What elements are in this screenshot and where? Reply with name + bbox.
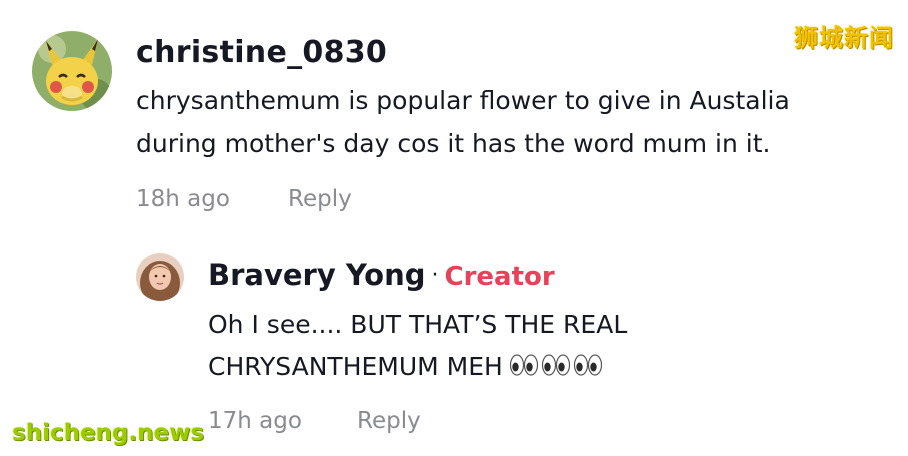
creator-badge: Creator: [444, 262, 555, 292]
reply-timestamp: 17h ago: [208, 408, 302, 434]
eyes-emoji-pair: [573, 354, 602, 376]
user-photo-avatar-icon: [136, 253, 184, 301]
commenter-username[interactable]: christine_0830: [136, 35, 387, 70]
eyes-emoji-icon: [509, 353, 605, 383]
reply-reply-button[interactable]: Reply: [357, 408, 421, 434]
comment-text-line-2: during mother's day cos it has the word …: [136, 129, 771, 158]
reply-header: Bravery Yong · Creator: [208, 258, 555, 292]
creator-username[interactable]: Bravery Yong: [208, 258, 426, 292]
reply-text-line-2: CHRYSANTHEMUM MEH: [208, 352, 605, 383]
comment-text-line-1: chrysanthemum is popular flower to give …: [136, 86, 790, 115]
comment-timestamp: 18h ago: [136, 186, 230, 212]
reply-text-line-1: Oh I see.... BUT THAT’S THE REAL: [208, 310, 628, 339]
header-separator: ·: [431, 263, 439, 288]
eyes-emoji-pair: [509, 354, 538, 376]
watermark-bottom-left: shicheng.news: [12, 420, 205, 446]
reply-text-line-2-text: CHRYSANTHEMUM MEH: [208, 352, 503, 381]
eyes-emoji-pair: [541, 354, 570, 376]
commenter-avatar[interactable]: [32, 31, 112, 111]
watermark-top-right: 狮城新闻: [794, 24, 894, 52]
comment-reply-button[interactable]: Reply: [288, 186, 352, 212]
creator-avatar[interactable]: [136, 253, 184, 301]
pikachu-avatar-icon: [32, 31, 112, 111]
